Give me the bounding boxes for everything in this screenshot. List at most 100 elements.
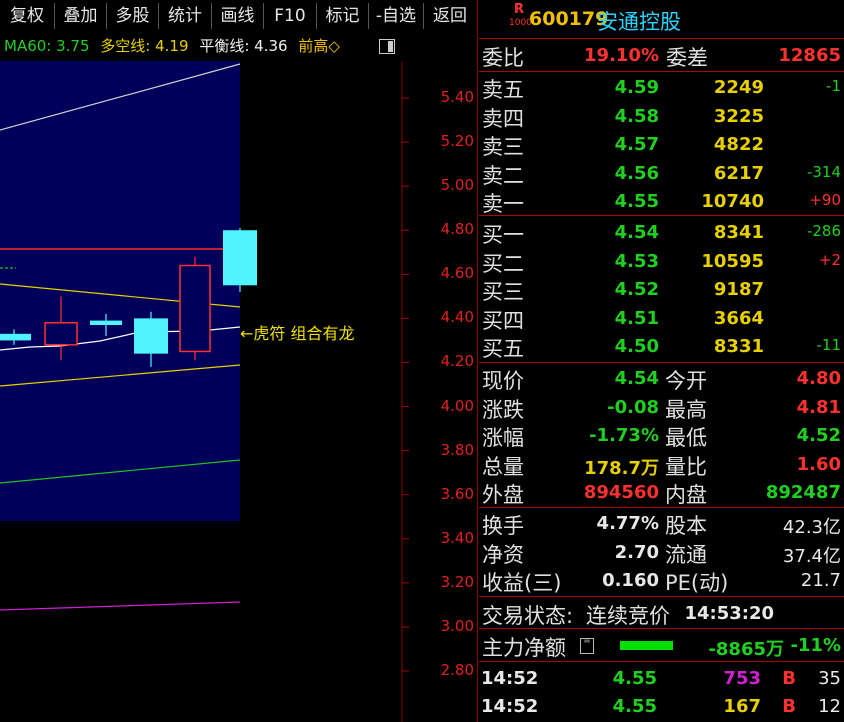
main-force-value: -8865万 xyxy=(708,639,784,660)
stat-value: 4.81 xyxy=(796,396,841,418)
level-change: -11 xyxy=(816,336,842,355)
tick-price: 4.55 xyxy=(612,696,657,717)
stat-label: 现价 xyxy=(482,369,524,393)
stat-value: 178.7万 xyxy=(584,457,659,479)
level-price: 4.58 xyxy=(614,105,659,127)
trade-status-label: 交易状态: xyxy=(482,604,574,628)
order-book-row[interactable]: 卖五 4.59 2249 -1 xyxy=(479,73,844,102)
order-book-row[interactable]: 买二 4.53 10595 +2 xyxy=(479,247,844,276)
axis-label: 5.40 xyxy=(440,88,474,106)
level-label: 卖二 xyxy=(482,163,524,188)
level-volume: 2249 xyxy=(713,77,764,98)
weicha-label: 委差 xyxy=(666,46,708,70)
tick-time: 14:52 xyxy=(481,696,539,717)
level-change: -286 xyxy=(806,222,841,240)
main-force-label: 主力净额 xyxy=(482,636,566,660)
quote-panel: R 1000 600179 安通控股 委比 19.10% 委差 12865 卖五… xyxy=(479,0,844,722)
stat-value: -0.08 xyxy=(607,396,659,418)
stat-label: 外盘 xyxy=(482,483,524,508)
stat-row: 总量 178.7万 量比 1.60 xyxy=(479,450,844,479)
stat-value: 892487 xyxy=(765,482,841,504)
level-change: +2 xyxy=(818,250,841,269)
level-volume: 6217 xyxy=(713,162,764,184)
level-volume: 3664 xyxy=(713,307,764,329)
level-volume: 10740 xyxy=(701,191,764,213)
fundamental-value: 42.3亿 xyxy=(782,517,841,538)
order-book-row[interactable]: 卖三 4.57 4822 xyxy=(479,130,844,159)
stat-value: 4.52 xyxy=(796,425,841,447)
tick-count: 35 xyxy=(818,668,841,689)
axis-label: 3.60 xyxy=(440,484,474,503)
fundamental-value: 0.160 xyxy=(602,570,659,592)
stat-label: 内盘 xyxy=(665,483,707,508)
candle-body xyxy=(134,318,168,354)
fundamental-row: 净资 2.70 流通 37.4亿 xyxy=(479,538,844,567)
axis-label: 3.00 xyxy=(440,616,474,635)
stat-value: 1.60 xyxy=(796,453,841,475)
level-price: 4.54 xyxy=(614,222,659,243)
fundamental-label: 换手 xyxy=(482,514,524,538)
stat-row: 涨幅 -1.73% 最低 4.52 xyxy=(479,421,844,451)
order-book-row[interactable]: 买四 4.51 3664 xyxy=(479,304,844,333)
level-label: 卖一 xyxy=(482,192,524,217)
stat-label: 最低 xyxy=(665,426,707,451)
level-volume: 8341 xyxy=(713,222,764,243)
kline-chart[interactable] xyxy=(0,0,478,722)
stat-row: 现价 4.54 今开 4.80 xyxy=(479,364,844,393)
order-book-row[interactable]: 买一 4.54 8341 -286 xyxy=(479,218,844,247)
stat-label: 涨跌 xyxy=(482,397,524,422)
level-volume: 10595 xyxy=(701,250,764,272)
level-label: 买四 xyxy=(482,308,524,333)
order-book-row[interactable]: 卖四 4.58 3225 xyxy=(479,102,844,131)
axis-label: 3.40 xyxy=(440,528,474,547)
tick-row[interactable]: 14:52 4.55 753 B 35 xyxy=(479,664,844,692)
candle-body xyxy=(90,320,122,325)
candle-body xyxy=(179,264,211,353)
weibi-label: 委比 xyxy=(482,46,524,70)
r-badge: R 1000 xyxy=(509,2,532,28)
axis-label: 5.20 xyxy=(440,132,474,151)
main-force-row: 主力净额 ≡ -8865万 -11% xyxy=(479,631,844,660)
level-label: 买一 xyxy=(482,223,524,247)
candle-body xyxy=(0,333,31,341)
level-change: -1 xyxy=(826,77,841,95)
fundamental-label: 股本 xyxy=(665,514,707,538)
weibi-value: 19.10% xyxy=(584,45,659,66)
ma60-line xyxy=(0,459,241,484)
level-price: 4.57 xyxy=(614,134,659,156)
fundamental-label: 收益(三) xyxy=(482,571,562,596)
tick-count: 12 xyxy=(818,696,841,717)
stat-label: 涨幅 xyxy=(482,426,524,451)
level-price: 4.59 xyxy=(614,77,659,98)
level-price: 4.55 xyxy=(614,191,659,213)
stat-row: 外盘 894560 内盘 892487 xyxy=(479,478,844,508)
axis-label: 4.00 xyxy=(440,396,474,415)
order-book-row[interactable]: 买三 4.52 9187 xyxy=(479,275,844,304)
fundamental-value: 21.7 xyxy=(800,570,841,592)
level-label: 买二 xyxy=(482,251,524,276)
tick-row[interactable]: 14:52 4.55 167 B 12 xyxy=(479,692,844,720)
fundamental-value: 4.77% xyxy=(596,513,659,534)
level-volume: 4822 xyxy=(713,134,764,156)
list-icon[interactable]: ≡ xyxy=(580,637,594,654)
order-book-row[interactable]: 卖一 4.55 10740 +90 xyxy=(479,187,844,217)
upper-band-line xyxy=(0,63,241,131)
axis-label: 4.80 xyxy=(440,220,474,239)
support-line xyxy=(0,364,241,387)
stat-label: 最高 xyxy=(665,397,707,422)
trade-status-value: 连续竞价 xyxy=(586,604,670,628)
stat-row: 涨跌 -0.08 最高 4.81 xyxy=(479,393,844,422)
level-volume: 9187 xyxy=(713,279,764,301)
order-book-row[interactable]: 买五 4.50 8331 -11 xyxy=(479,332,844,361)
lower-band-line xyxy=(0,601,241,611)
axis-label: 3.80 xyxy=(440,440,474,459)
axis-label: 4.40 xyxy=(440,308,474,327)
stat-label: 总量 xyxy=(482,454,524,479)
order-book-row[interactable]: 卖二 4.56 6217 -314 xyxy=(479,159,844,188)
stock-name: 安通控股 xyxy=(597,10,681,34)
main-force-pct: -11% xyxy=(790,635,841,656)
fundamental-label: PE(动) xyxy=(665,571,729,596)
fundamental-label: 流通 xyxy=(665,542,707,567)
tick-side: B xyxy=(782,696,796,717)
level-volume: 3225 xyxy=(713,105,764,127)
